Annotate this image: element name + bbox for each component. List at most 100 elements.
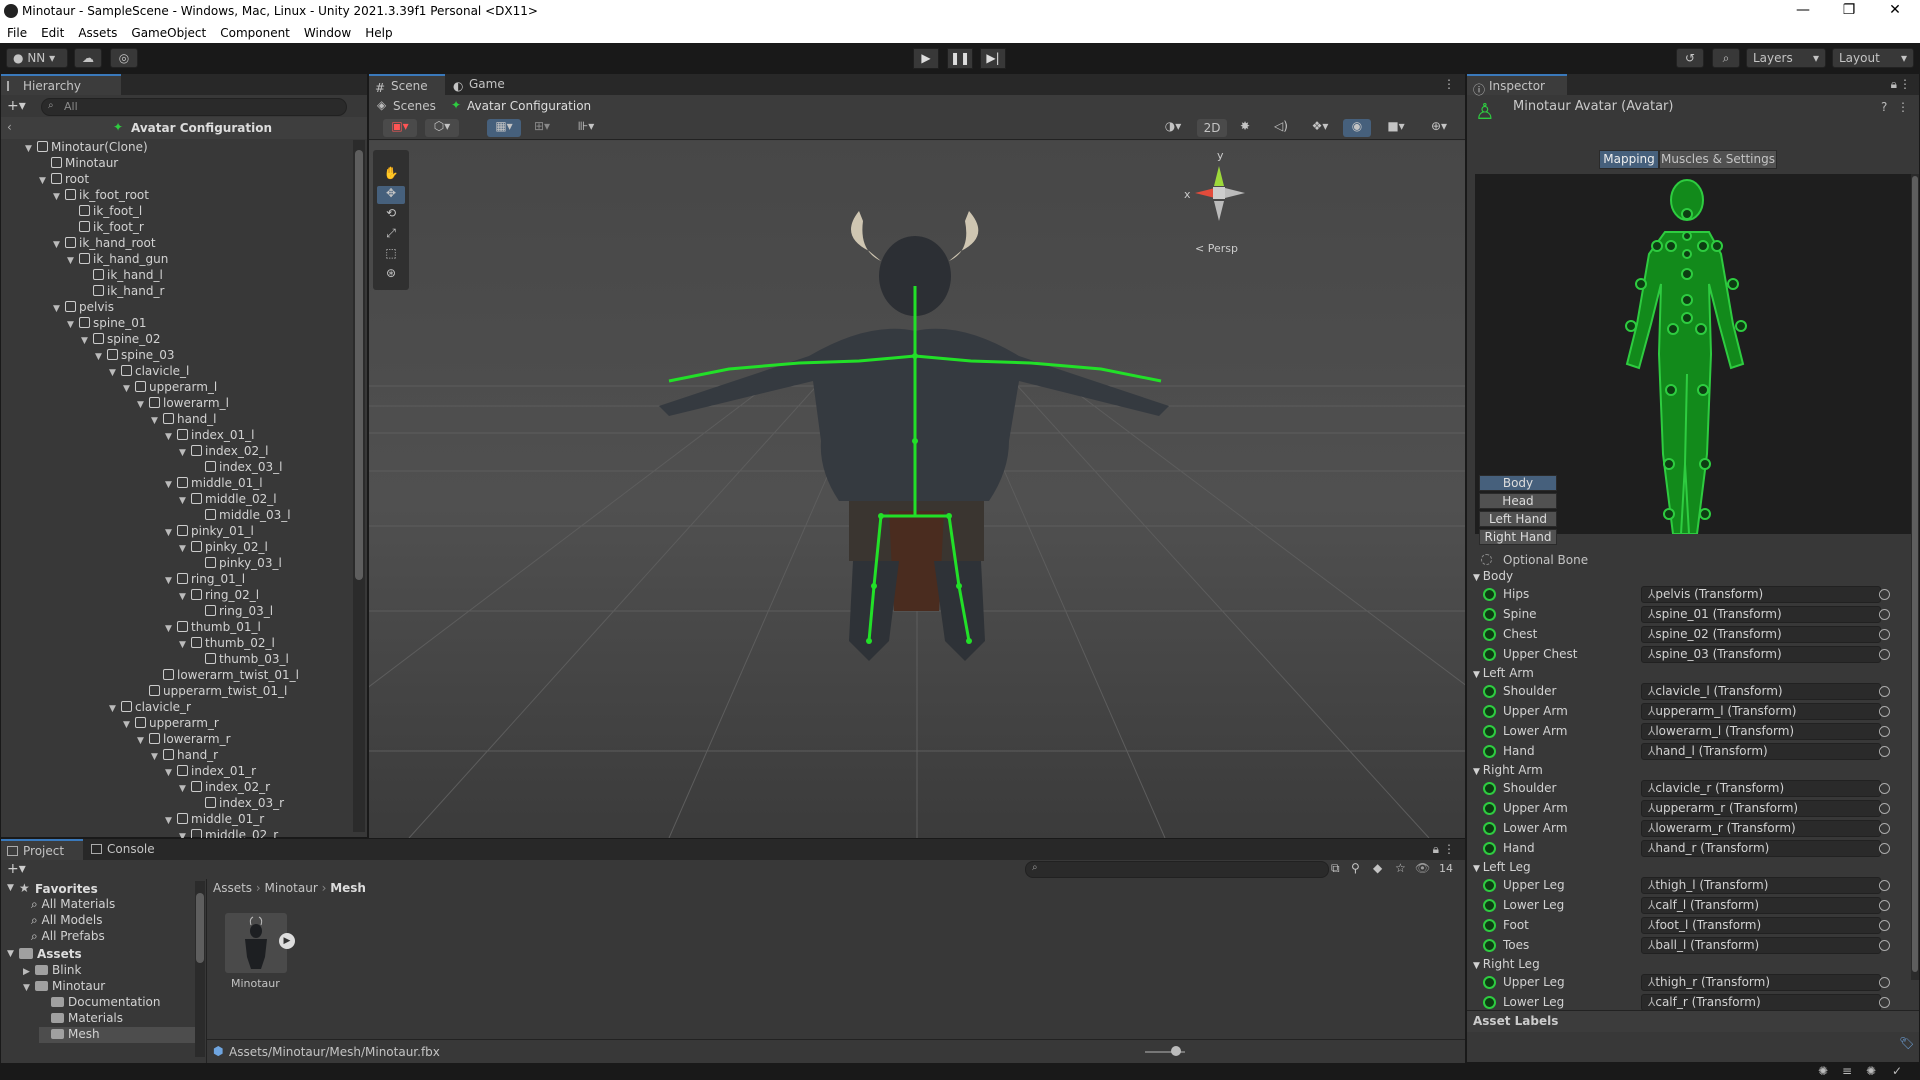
cloud-icon[interactable]: ☁ (74, 48, 102, 68)
expand-arrow-icon[interactable]: ▼ (67, 320, 79, 330)
bone-status-icon[interactable] (1483, 976, 1496, 989)
bone-transform-field[interactable]: ⅄upperarm_r (Transform) (1641, 800, 1881, 817)
hierarchy-item[interactable]: ▼ middle_02_l (179, 492, 277, 508)
expand-arrow-icon[interactable]: ▼ (179, 496, 191, 506)
breadcrumb-minotaur[interactable]: Minotaur (265, 881, 318, 895)
bone-status-icon[interactable] (1483, 628, 1496, 641)
menu-window[interactable]: Window (297, 23, 358, 40)
object-picker-icon[interactable] (1879, 920, 1890, 931)
bone-transform-field[interactable]: ⅄thigh_r (Transform) (1641, 974, 1881, 991)
asset-thumbnail-minotaur[interactable] (225, 913, 287, 973)
folder-item[interactable]: Mesh (39, 1027, 195, 1043)
bone-transform-field[interactable]: ⅄calf_r (Transform) (1641, 994, 1881, 1011)
bone-transform-field[interactable]: ⅄calf_l (Transform) (1641, 897, 1881, 914)
layers-dropdown[interactable]: Layers ▾ (1746, 48, 1826, 68)
object-picker-icon[interactable] (1879, 843, 1890, 854)
tab-hierarchy[interactable]: Hierarchy (1, 74, 121, 95)
object-picker-icon[interactable] (1879, 997, 1890, 1008)
expand-arrow-icon[interactable]: ▶ (23, 967, 35, 977)
draw-mode-dropdown[interactable]: ▣▾ (383, 119, 417, 137)
bone-status-icon[interactable] (1483, 745, 1496, 758)
back-arrow-icon[interactable]: ‹ (7, 120, 12, 134)
favorite-item[interactable]: ⌕ All Prefabs (31, 929, 105, 945)
expand-arrow-icon[interactable]: ▼ (137, 736, 149, 746)
expand-arrow-icon[interactable]: ▼ (165, 480, 177, 490)
rotate-tool-icon[interactable]: ⟲ (379, 206, 403, 220)
hierarchy-item[interactable]: pinky_03_l (193, 556, 282, 572)
hierarchy-item[interactable]: upperarm_twist_01_l (137, 684, 287, 700)
bone-status-icon[interactable] (1483, 996, 1496, 1009)
object-picker-icon[interactable] (1879, 609, 1890, 620)
folder-item[interactable]: ▼ Minotaur (23, 979, 105, 995)
tab-scene[interactable]: # Scene (369, 74, 445, 95)
bug-report-icon[interactable]: ✺ (1818, 1064, 1828, 1078)
hierarchy-item[interactable]: ▼ index_02_r (179, 780, 270, 796)
hierarchy-item[interactable]: ▼ spine_03 (95, 348, 174, 364)
bone-transform-field[interactable]: ⅄spine_02 (Transform) (1641, 626, 1881, 643)
menu-gameobject[interactable]: GameObject (124, 23, 213, 40)
bone-status-icon[interactable] (1483, 939, 1496, 952)
hierarchy-item[interactable]: ik_foot_l (67, 204, 142, 220)
menu-edit[interactable]: Edit (34, 23, 71, 40)
hierarchy-item[interactable]: ▼ clavicle_l (109, 364, 189, 380)
pause-button[interactable]: ❚❚ (947, 48, 973, 69)
expand-arrow-icon[interactable]: ▼ (109, 704, 121, 714)
bone-section-header[interactable]: ▼ Right Leg (1473, 957, 1540, 971)
hierarchy-item[interactable]: ▼ lowerarm_l (137, 396, 229, 412)
expand-arrow-icon[interactable]: ▼ (165, 816, 177, 826)
hierarchy-item[interactable]: ▼ index_01_r (165, 764, 256, 780)
object-picker-icon[interactable] (1879, 706, 1890, 717)
create-asset-button[interactable]: +▾ (7, 861, 26, 877)
expand-arrow-icon[interactable]: ▼ (179, 544, 191, 554)
favorite-item[interactable]: ⌕ All Models (31, 913, 103, 929)
bone-status-icon[interactable] (1483, 782, 1496, 795)
increment-snap-button[interactable]: ⊞▾ (525, 119, 559, 137)
close-button[interactable]: ✕ (1872, 2, 1918, 22)
notifications-icon[interactable]: ✓ (1892, 1064, 1902, 1078)
bone-status-icon[interactable] (1483, 588, 1496, 601)
collapse-arrow-icon[interactable]: ▼ (1473, 864, 1483, 874)
bone-status-icon[interactable] (1483, 919, 1496, 932)
asset-name-minotaur[interactable]: Minotaur (231, 977, 280, 990)
bone-transform-field[interactable]: ⅄spine_01 (Transform) (1641, 606, 1881, 623)
tab-inspector[interactable]: ⓘ Inspector (1467, 74, 1567, 97)
bone-status-icon[interactable] (1483, 842, 1496, 855)
hierarchy-item[interactable]: index_03_r (193, 796, 284, 812)
expand-arrow-icon[interactable]: ▼ (179, 592, 191, 602)
hierarchy-item[interactable]: ▼ pinky_02_l (179, 540, 268, 556)
hierarchy-item[interactable]: ▼ ik_hand_root (53, 236, 156, 252)
bone-section-header[interactable]: ▼ Body (1473, 569, 1513, 583)
project-search-input[interactable]: ⌕ (1025, 861, 1329, 878)
hierarchy-item[interactable]: ▼ index_02_l (179, 444, 268, 460)
bone-section-header[interactable]: ▼ Right Arm (1473, 763, 1543, 777)
object-picker-icon[interactable] (1879, 900, 1890, 911)
hierarchy-item[interactable]: ▼ root (39, 172, 89, 188)
right-hand-view-button[interactable]: Right Hand (1479, 529, 1557, 545)
object-picker-icon[interactable] (1879, 940, 1890, 951)
bone-transform-field[interactable]: ⅄lowerarm_r (Transform) (1641, 820, 1881, 837)
inspector-scroll-thumb[interactable] (1912, 176, 1918, 972)
folder-tree-scroll-thumb[interactable] (196, 893, 204, 963)
hierarchy-item[interactable]: ▼ hand_r (151, 748, 218, 764)
expand-arrow-icon[interactable]: ▼ (165, 768, 177, 778)
menu-component[interactable]: Component (213, 23, 297, 40)
camera-dropdown[interactable]: ■▾ (1379, 119, 1413, 137)
tab-console[interactable]: Console (85, 839, 175, 860)
bone-status-icon[interactable] (1483, 648, 1496, 661)
hierarchy-search-input[interactable]: ⌕ All (41, 98, 347, 116)
add-object-button[interactable]: +▾ (7, 98, 33, 116)
hierarchy-item[interactable]: ▼ index_01_l (165, 428, 254, 444)
bone-section-header[interactable]: ▼ Left Leg (1473, 860, 1531, 874)
bone-transform-field[interactable]: ⅄clavicle_l (Transform) (1641, 683, 1881, 700)
tab-project[interactable]: Project (1, 839, 83, 860)
expand-arrow-icon[interactable]: ▼ (165, 432, 177, 442)
lighting-dropdown[interactable]: ◑▾ (1155, 119, 1191, 137)
lock-icon[interactable]: 🔒︎ (1891, 77, 1897, 92)
expand-arrow-icon[interactable]: ▼ (179, 784, 191, 794)
expand-arrow-icon[interactable]: ▼ (179, 448, 191, 458)
hierarchy-item[interactable]: ▼ Minotaur(Clone) (25, 140, 148, 156)
object-picker-icon[interactable] (1879, 880, 1890, 891)
expand-arrow-icon[interactable]: ▼ (53, 192, 65, 202)
hierarchy-item[interactable]: ▼ spine_01 (67, 316, 146, 332)
head-view-button[interactable]: Head (1479, 493, 1557, 509)
